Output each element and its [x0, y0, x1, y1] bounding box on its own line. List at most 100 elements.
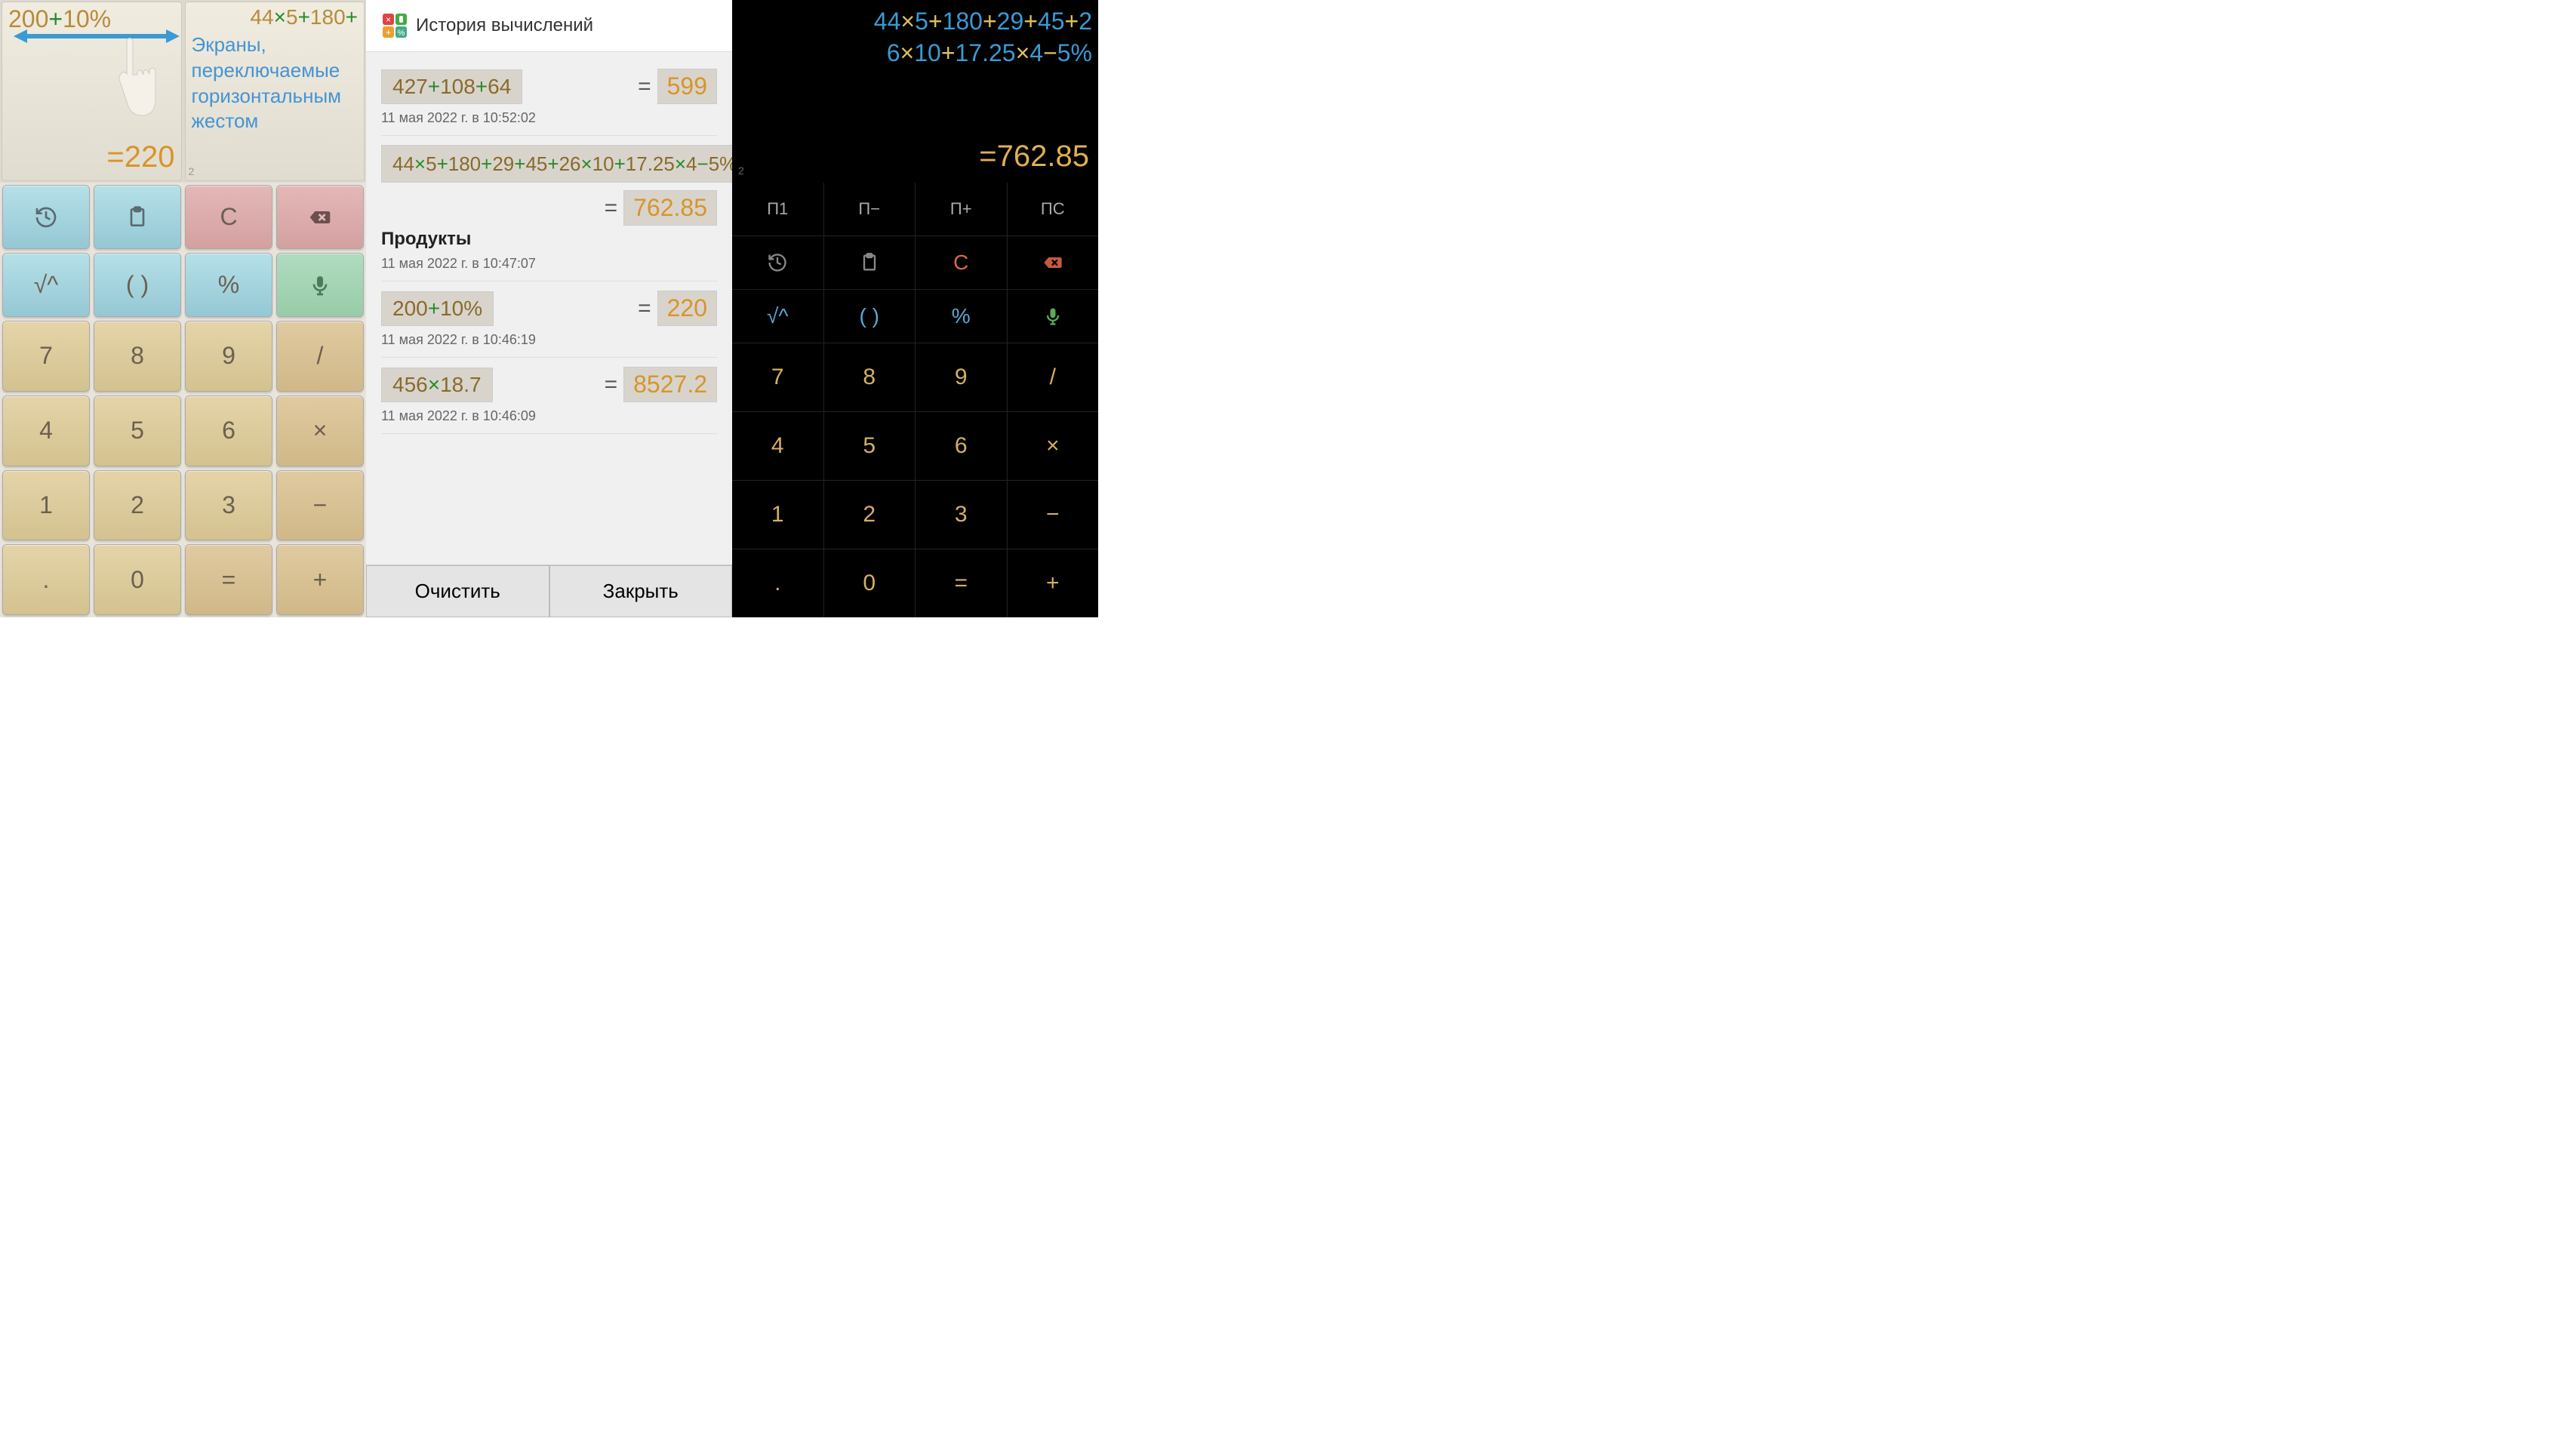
clear-history-button[interactable]: Очистить	[366, 565, 549, 617]
history-label: Продукты	[381, 229, 717, 250]
dark-key-8[interactable]: 8	[824, 343, 916, 411]
dark-equals-button[interactable]: =	[916, 549, 1007, 617]
key-5[interactable]: 5	[94, 395, 181, 466]
history-expression[interactable]: 427+108+64	[381, 69, 522, 104]
dark-history-button[interactable]	[732, 236, 823, 289]
clipboard-icon	[125, 205, 149, 229]
memory-plus-button[interactable]: П+	[916, 183, 1007, 235]
expression-1: 200+10%	[8, 5, 175, 33]
add-button[interactable]: +	[276, 544, 364, 615]
parentheses-button[interactable]: ( )	[94, 253, 181, 317]
keypad: C √^ ( ) % 7 8 9 / 4 5 6 × 1 2 3 − . 0 =…	[0, 183, 366, 617]
dark-keypad: П1 П− П+ ПС C √^ ( ) % 7 8 9 / 4 5 6 × 1…	[732, 183, 1098, 617]
dark-page-number: 2	[738, 165, 744, 177]
subtract-button[interactable]: −	[276, 470, 364, 541]
dark-key-4[interactable]: 4	[732, 412, 823, 480]
key-6[interactable]: 6	[185, 395, 272, 466]
history-button[interactable]	[2, 185, 90, 249]
history-icon	[767, 252, 788, 273]
history-list[interactable]: 427+108+64=59911 мая 2022 г. в 10:52:024…	[366, 52, 732, 565]
microphone-icon	[1042, 306, 1063, 327]
history-timestamp: 11 мая 2022 г. в 10:52:02	[381, 110, 717, 126]
dark-result: =762.85	[979, 140, 1089, 174]
memory-clear-button[interactable]: ПС	[1008, 183, 1099, 235]
key-4[interactable]: 4	[2, 395, 90, 466]
clipboard-button[interactable]	[94, 185, 181, 249]
dark-divide-button[interactable]: /	[1008, 343, 1099, 411]
history-result[interactable]: 762.85	[623, 190, 717, 226]
history-timestamp: 11 мая 2022 г. в 10:46:09	[381, 408, 717, 424]
dark-calculator-panel: 44×5+180+29+45+26×10+17.25×4−5% =762.85 …	[732, 0, 1098, 617]
history-entry[interactable]: 200+10%=22011 мая 2022 г. в 10:46:19	[381, 281, 717, 358]
dark-multiply-button[interactable]: ×	[1008, 412, 1099, 480]
backspace-icon	[308, 205, 332, 229]
page-number: 2	[189, 165, 195, 177]
history-expression[interactable]: 200+10%	[381, 291, 494, 326]
equals-button[interactable]: =	[185, 544, 272, 615]
history-result[interactable]: 599	[657, 69, 717, 104]
history-footer: Очистить Закрыть	[366, 565, 732, 617]
multiply-button[interactable]: ×	[276, 395, 364, 466]
dark-parentheses-button[interactable]: ( )	[824, 290, 916, 343]
svg-text:+: +	[386, 27, 391, 38]
tab-1[interactable]: 200+10% =220	[2, 2, 182, 181]
key-0[interactable]: 0	[94, 544, 181, 615]
dark-voice-button[interactable]	[1008, 290, 1099, 343]
root-power-button[interactable]: √^	[2, 253, 90, 317]
history-expression[interactable]: 44×5+180+29+45+26×10+17.25×4−5%	[381, 145, 732, 183]
backspace-icon	[1042, 252, 1063, 273]
app-icon: × + %	[381, 12, 408, 39]
svg-text:×: ×	[386, 14, 391, 25]
history-header: × + % История вычислений	[366, 0, 732, 52]
key-2[interactable]: 2	[94, 470, 181, 541]
swipe-hint-text: Экраны, переключаемые горизонтальным жес…	[192, 32, 359, 134]
key-dot[interactable]: .	[2, 544, 90, 615]
dark-key-9[interactable]: 9	[916, 343, 1007, 411]
result-1: =220	[106, 140, 174, 174]
backspace-button[interactable]	[276, 185, 364, 249]
dark-subtract-button[interactable]: −	[1008, 481, 1099, 549]
light-calculator-panel: 200+10% =220 44×5+180+ Экраны, переключа…	[0, 0, 366, 617]
history-entry[interactable]: 44×5+180+29+45+26×10+17.25×4−5%=762.85Пр…	[381, 136, 717, 281]
hand-pointer-icon	[112, 32, 165, 131]
history-result[interactable]: 220	[657, 291, 717, 326]
expression-2: 44×5+180+	[192, 5, 359, 29]
dark-key-5[interactable]: 5	[824, 412, 916, 480]
dark-key-7[interactable]: 7	[732, 343, 823, 411]
percent-button[interactable]: %	[185, 253, 272, 317]
history-entry[interactable]: 456×18.7=8527.211 мая 2022 г. в 10:46:09	[381, 358, 717, 434]
divide-button[interactable]: /	[276, 321, 364, 392]
clear-button[interactable]: C	[185, 185, 272, 249]
dark-key-6[interactable]: 6	[916, 412, 1007, 480]
dark-key-3[interactable]: 3	[916, 481, 1007, 549]
dark-clipboard-button[interactable]	[824, 236, 916, 289]
dark-backspace-button[interactable]	[1008, 236, 1099, 289]
dark-key-0[interactable]: 0	[824, 549, 916, 617]
dark-display[interactable]: 44×5+180+29+45+26×10+17.25×4−5% =762.85 …	[732, 0, 1098, 183]
key-1[interactable]: 1	[2, 470, 90, 541]
dark-percent-button[interactable]: %	[916, 290, 1007, 343]
key-9[interactable]: 9	[185, 321, 272, 392]
memory-1-button[interactable]: П1	[732, 183, 823, 235]
dark-root-power-button[interactable]: √^	[732, 290, 823, 343]
clipboard-icon	[859, 252, 880, 273]
svg-text:%: %	[398, 29, 405, 38]
dark-add-button[interactable]: +	[1008, 549, 1099, 617]
microphone-icon	[308, 273, 332, 297]
dark-key-2[interactable]: 2	[824, 481, 916, 549]
memory-minus-button[interactable]: П−	[824, 183, 916, 235]
dark-expression: 44×5+180+29+45+26×10+17.25×4−5%	[738, 6, 1092, 69]
voice-button[interactable]	[276, 253, 364, 317]
key-8[interactable]: 8	[94, 321, 181, 392]
dark-key-dot[interactable]: .	[732, 549, 823, 617]
history-result[interactable]: 8527.2	[623, 367, 717, 402]
key-7[interactable]: 7	[2, 321, 90, 392]
history-entry[interactable]: 427+108+64=59911 мая 2022 г. в 10:52:02	[381, 60, 717, 136]
close-history-button[interactable]: Закрыть	[549, 565, 733, 617]
dark-clear-button[interactable]: C	[916, 236, 1007, 289]
key-3[interactable]: 3	[185, 470, 272, 541]
history-panel: × + % История вычислений 427+108+64=5991…	[366, 0, 732, 617]
history-expression[interactable]: 456×18.7	[381, 368, 493, 402]
dark-key-1[interactable]: 1	[732, 481, 823, 549]
tab-2[interactable]: 44×5+180+ Экраны, переключаемые горизонт…	[185, 2, 365, 181]
